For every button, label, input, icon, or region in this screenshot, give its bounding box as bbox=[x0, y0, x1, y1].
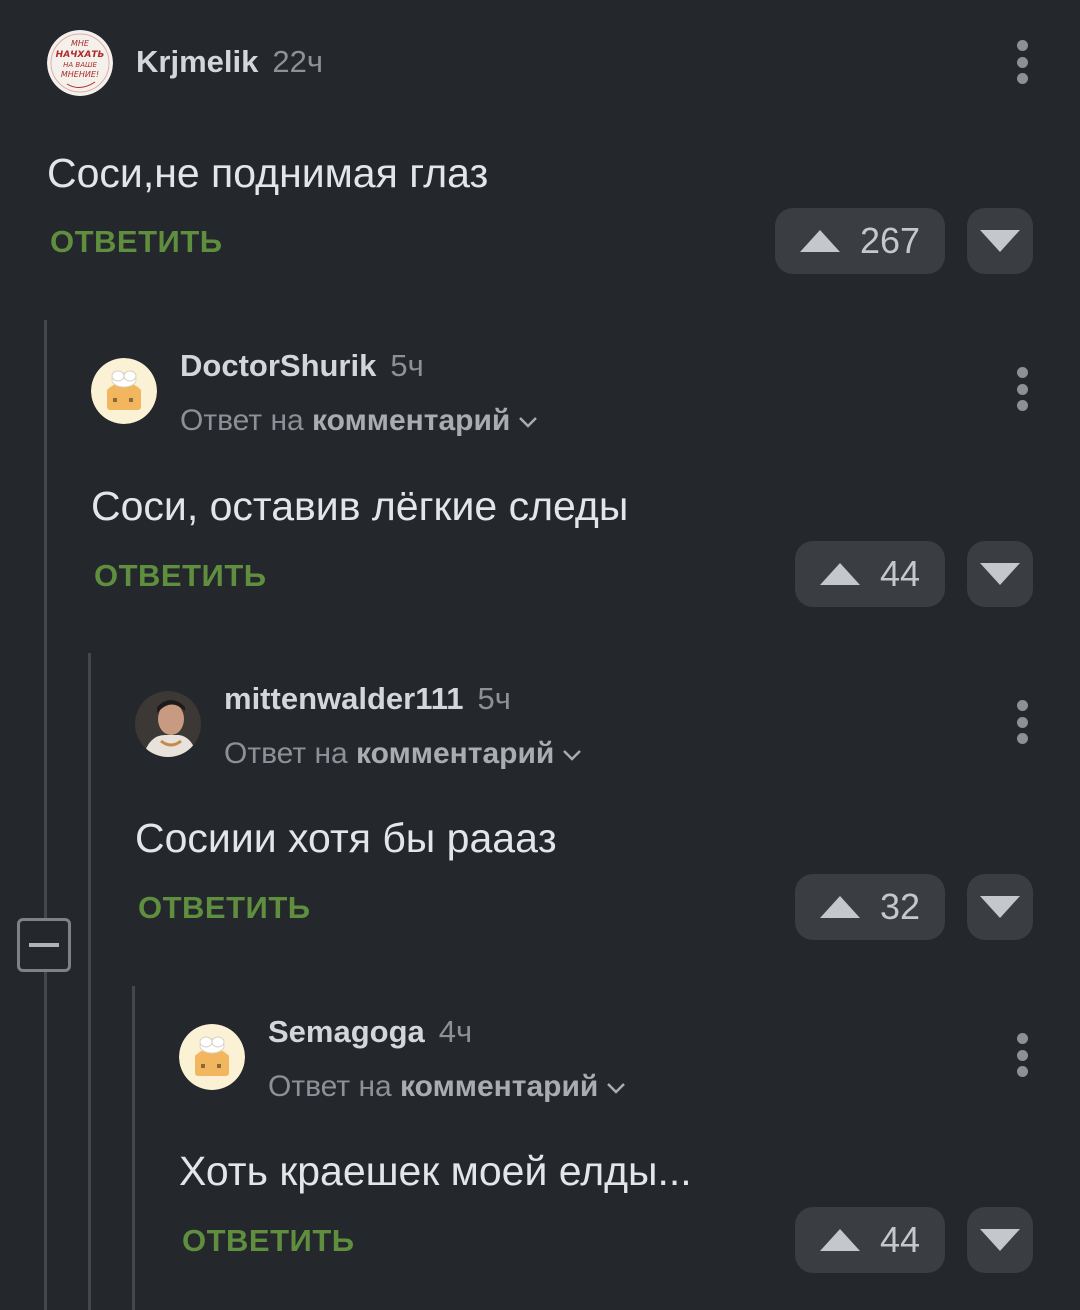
avatar[interactable] bbox=[91, 358, 157, 424]
reply-to-target: комментарий bbox=[312, 404, 511, 437]
chevron-down-icon bbox=[519, 417, 538, 428]
author-name[interactable]: mittenwalder111 bbox=[224, 681, 464, 716]
downvote-button[interactable] bbox=[967, 874, 1033, 940]
comment-text: Соси,не поднимая глаз bbox=[47, 150, 489, 196]
author-line: Semagoga 4ч bbox=[268, 1012, 472, 1052]
stamp-text: МНЕНИЕ! bbox=[61, 70, 99, 79]
avatar[interactable] bbox=[135, 691, 201, 757]
comment-time: 22ч bbox=[272, 44, 323, 79]
stamp-avatar-icon: МНЕ НАЧХАТЬ НА ВАШЕ МНЕНИЕ! bbox=[47, 30, 113, 96]
photo-avatar-icon bbox=[135, 691, 201, 757]
reply-to-link[interactable]: Ответ на комментарий bbox=[268, 1067, 626, 1107]
author-name[interactable]: Krjmelik bbox=[136, 44, 258, 79]
rating-count: 44 bbox=[879, 553, 921, 594]
triangle-up-icon bbox=[819, 1229, 860, 1251]
reply-button[interactable]: ОТВЕТИТЬ bbox=[138, 888, 311, 928]
reply-to-prefix: Ответ на bbox=[224, 737, 348, 770]
author-name[interactable]: DoctorShurik bbox=[180, 348, 376, 383]
comment-time: 4ч bbox=[438, 1014, 473, 1049]
thread-line-level-3[interactable] bbox=[132, 986, 135, 1310]
reply-to-target: комментарий bbox=[400, 1070, 599, 1103]
upvote-button[interactable]: 32 bbox=[795, 874, 945, 940]
reply-to-prefix: Ответ на bbox=[180, 404, 304, 437]
stamp-text: НАЧХАТЬ bbox=[56, 50, 105, 60]
comments-page: МНЕ НАЧХАТЬ НА ВАШЕ МНЕНИЕ! Krjmelik 22ч … bbox=[0, 0, 1080, 1310]
default-bun-avatar-icon bbox=[179, 1024, 245, 1090]
more-options-icon[interactable] bbox=[1015, 40, 1029, 84]
thread-line-level-2[interactable] bbox=[88, 653, 91, 1310]
chevron-down-icon bbox=[563, 750, 582, 761]
downvote-button[interactable] bbox=[967, 541, 1033, 607]
stamp-text: МНЕ bbox=[71, 39, 90, 48]
author-line: DoctorShurik 5ч bbox=[180, 346, 424, 386]
comment-text: Сосиии хотя бы рааaз bbox=[135, 815, 557, 861]
reply-button[interactable]: ОТВЕТИТЬ bbox=[182, 1221, 355, 1261]
reply-to-link[interactable]: Ответ на комментарий bbox=[224, 734, 582, 774]
avatar[interactable] bbox=[179, 1024, 245, 1090]
triangle-up-icon bbox=[799, 230, 840, 252]
more-options-icon[interactable] bbox=[1015, 700, 1029, 744]
rating-count: 267 bbox=[859, 220, 921, 261]
comment-text: Соси, оставив лёгкие следы bbox=[91, 483, 629, 529]
reply-to-link[interactable]: Ответ на комментарий bbox=[180, 401, 538, 441]
triangle-down-icon bbox=[980, 1229, 1020, 1251]
upvote-button[interactable]: 267 bbox=[775, 208, 945, 274]
reply-to-target: комментарий bbox=[356, 737, 555, 770]
collapse-thread-button[interactable] bbox=[17, 918, 71, 972]
upvote-button[interactable]: 44 bbox=[795, 541, 945, 607]
rating-count: 32 bbox=[879, 886, 921, 927]
triangle-up-icon bbox=[819, 563, 860, 585]
reply-to-prefix: Ответ на bbox=[268, 1070, 392, 1103]
upvote-button[interactable]: 44 bbox=[795, 1207, 945, 1273]
triangle-down-icon bbox=[980, 230, 1020, 252]
triangle-down-icon bbox=[980, 896, 1020, 918]
comment-time: 5ч bbox=[477, 681, 511, 716]
rating-count: 44 bbox=[879, 1219, 921, 1260]
author-line: mittenwalder111 5ч bbox=[224, 679, 511, 719]
reply-button[interactable]: ОТВЕТИТЬ bbox=[94, 556, 267, 596]
downvote-button[interactable] bbox=[967, 208, 1033, 274]
default-bun-avatar-icon bbox=[91, 358, 157, 424]
author-name[interactable]: Semagoga bbox=[268, 1014, 425, 1049]
thread-line-level-1[interactable] bbox=[44, 320, 47, 1310]
avatar[interactable]: МНЕ НАЧХАТЬ НА ВАШЕ МНЕНИЕ! bbox=[47, 30, 113, 96]
minus-icon bbox=[29, 943, 59, 947]
author-line: Krjmelik 22ч bbox=[136, 42, 323, 82]
chevron-down-icon bbox=[607, 1083, 626, 1094]
comment-time: 5ч bbox=[390, 348, 424, 383]
stamp-text: НА ВАШЕ bbox=[63, 61, 97, 69]
reply-button[interactable]: ОТВЕТИТЬ bbox=[50, 222, 223, 262]
more-options-icon[interactable] bbox=[1015, 367, 1029, 411]
triangle-up-icon bbox=[819, 896, 860, 918]
downvote-button[interactable] bbox=[967, 1207, 1033, 1273]
triangle-down-icon bbox=[980, 563, 1020, 585]
more-options-icon[interactable] bbox=[1015, 1033, 1029, 1077]
comment-text: Хоть краешек моей елды... bbox=[179, 1148, 692, 1194]
